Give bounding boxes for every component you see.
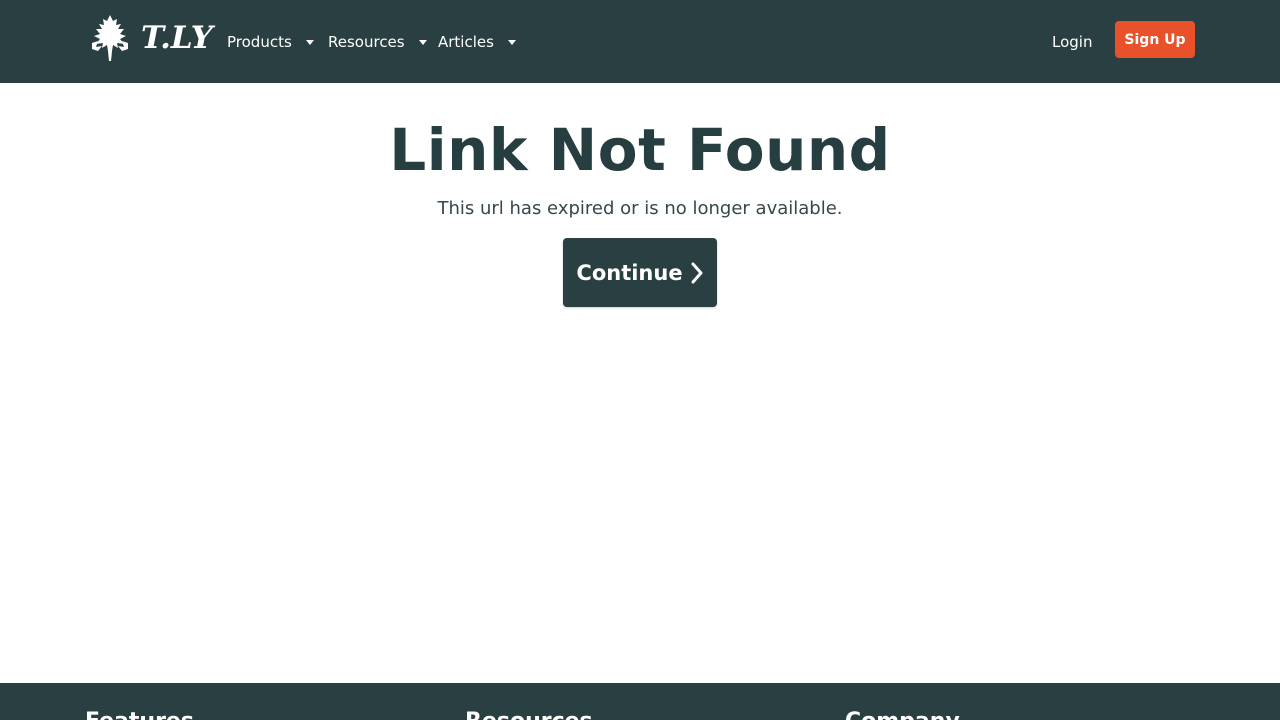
- nav-articles-label: Articles: [438, 33, 494, 51]
- caret-down-icon: [507, 39, 516, 45]
- footer-heading-resources: Resources: [465, 707, 593, 720]
- continue-button[interactable]: Continue: [563, 238, 717, 307]
- tree-icon: [92, 15, 128, 61]
- footer-heading-features: Features: [85, 707, 194, 720]
- footer-heading-company: Company: [845, 707, 960, 720]
- nav-products-label: Products: [227, 33, 292, 51]
- nav-articles[interactable]: Articles: [438, 33, 516, 51]
- signup-button[interactable]: Sign Up: [1115, 21, 1195, 58]
- main-content: Link Not Found This url has expired or i…: [0, 83, 1280, 683]
- logo-link[interactable]: T.LY: [88, 12, 213, 64]
- navbar: T.LY Products Resources Articles Login S…: [0, 0, 1280, 83]
- caret-down-icon: [418, 39, 427, 45]
- page-subtitle: This url has expired or is no longer ava…: [437, 198, 843, 219]
- continue-label: Continue: [576, 260, 683, 285]
- footer: Features Resources Company: [0, 683, 1280, 720]
- main-nav: Products Resources Articles: [227, 29, 516, 55]
- page-title: Link Not Found: [389, 116, 891, 184]
- nav-resources-label: Resources: [328, 33, 405, 51]
- login-link[interactable]: Login: [1052, 31, 1092, 53]
- nav-resources[interactable]: Resources: [328, 33, 438, 51]
- caret-down-icon: [305, 39, 314, 45]
- logo-text: T.LY: [141, 19, 213, 56]
- chevron-right-icon: [691, 262, 703, 283]
- nav-products[interactable]: Products: [227, 33, 328, 51]
